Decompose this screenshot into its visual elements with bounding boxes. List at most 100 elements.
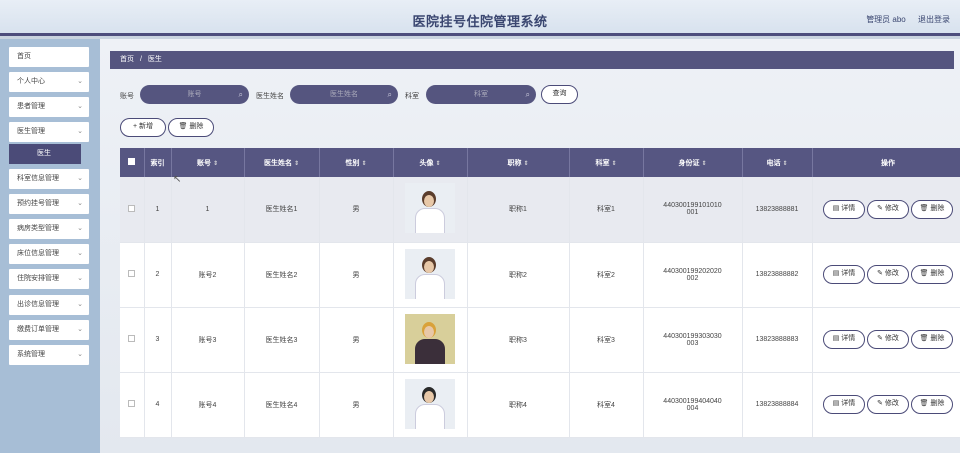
id-card-cell: 440300199303030 003	[643, 307, 743, 373]
phone-cell: 13823888881	[742, 177, 813, 243]
detail-button[interactable]: ▤ 详情	[823, 265, 865, 284]
sidebar-item-admission[interactable]: 住院安排管理 ⌄	[9, 269, 89, 289]
index-cell: 4	[144, 372, 172, 438]
edit-button[interactable]: ✎ 修改	[867, 330, 909, 349]
main-content: 首页 / 医生 账号 账号 ⌕ 医生姓名 医生姓名 ⌕ 科室 科室 ⌕ 查询 + 新增…	[100, 39, 960, 453]
sidebar-item-department[interactable]: 科室信息管理 ⌄	[9, 169, 89, 189]
delete-button[interactable]: 🗑 删除	[911, 395, 953, 414]
table-row[interactable]: 1 1 医生姓名1 男 职称1 科室1 440300199101010 001 1…	[120, 177, 960, 243]
operations-cell: ▤ 详情 ✎ 修改 🗑 删除	[812, 177, 960, 243]
sidebar-item-system[interactable]: 系统管理 ⌄	[9, 345, 89, 365]
select-all-checkbox[interactable]	[128, 158, 136, 165]
phone-cell: 13823888882	[742, 242, 813, 308]
column-header[interactable]: 科室 ⇕	[569, 148, 644, 177]
sort-icon[interactable]: ⇕	[523, 161, 528, 167]
sort-icon[interactable]: ⇕	[782, 161, 787, 167]
row-checkbox[interactable]	[128, 335, 136, 342]
sidebar-item-label: 患者管理	[17, 103, 45, 110]
sidebar-item-appointment[interactable]: 预约挂号管理 ⌄	[9, 194, 89, 214]
edit-button[interactable]: ✎ 修改	[867, 395, 909, 414]
sort-icon[interactable]: ⇕	[611, 161, 616, 167]
gender-cell: 男	[319, 242, 394, 308]
sort-icon[interactable]: ⇕	[213, 161, 218, 167]
column-header[interactable]: 电话 ⇕	[742, 148, 813, 177]
add-button[interactable]: + 新增	[120, 118, 166, 137]
row-checkbox-cell[interactable]	[120, 372, 145, 438]
doctor-name-label: 医生姓名	[256, 93, 284, 100]
detail-button[interactable]: ▤ 详情	[823, 199, 865, 219]
sort-icon[interactable]: ⇕	[294, 161, 299, 167]
sidebar-subitem-doctor[interactable]: 医生	[9, 144, 81, 164]
chevron-down-icon: ⌄	[77, 175, 83, 182]
avatar-cell	[393, 242, 468, 308]
logout-link[interactable]: 退出登录	[918, 15, 950, 24]
chevron-down-icon: ⌄	[77, 200, 83, 207]
column-header[interactable]: 身份证 ⇕	[643, 148, 743, 177]
sidebar-item-visit[interactable]: 出诊信息管理 ⌄	[9, 295, 89, 315]
delete-button[interactable]: 🗑 删除	[911, 199, 953, 219]
column-header[interactable]: 职称 ⇕	[467, 148, 570, 177]
sidebar-item-bed[interactable]: 床位信息管理 ⌄	[9, 244, 89, 264]
detail-button[interactable]: ▤ 详情	[823, 395, 865, 414]
sidebar: 首页 个人中心 ⌄ 患者管理 ⌄ 医生管理 ⌄ 医生 科室信息管理 ⌄ 预约挂号管理 ⌄ …	[0, 39, 100, 453]
chevron-down-icon: ⌄	[77, 103, 83, 110]
chevron-down-icon: ⌄	[77, 326, 83, 333]
gender-cell: 男	[319, 307, 394, 373]
sort-icon[interactable]: ⇕	[701, 161, 706, 167]
operations-cell: ▤ 详情 ✎ 修改 🗑 删除	[812, 307, 960, 373]
table-header-row: 索引 账号 ⇕ 医生姓名 ⇕ 性别 ⇕ 头像 ⇕ 职称 ⇕ 科室 ⇕ 身份证 ⇕ 电话 ⇕ 操作	[120, 148, 960, 177]
batch-delete-button[interactable]: 🗑 删除	[168, 118, 214, 137]
delete-button[interactable]: 🗑 删除	[911, 265, 953, 284]
row-checkbox-cell[interactable]	[120, 177, 145, 243]
doctor-name-cell: 医生姓名4	[244, 372, 320, 438]
app-title: 医院挂号住院管理系统	[412, 14, 548, 29]
table-row[interactable]: 2 账号2 医生姓名2 男 职称2 科室2 440300199202020 002…	[120, 242, 960, 308]
avatar-cell	[393, 307, 468, 373]
avatar-cell	[393, 177, 468, 243]
column-header[interactable]: 头像 ⇕	[393, 148, 468, 177]
delete-button[interactable]: 🗑 删除	[911, 330, 953, 349]
detail-button[interactable]: ▤ 详情	[823, 330, 865, 349]
chevron-down-icon: ⌄	[77, 250, 83, 257]
sidebar-item-label: 病房类型管理	[17, 225, 59, 232]
sidebar-item-personal-center[interactable]: 个人中心 ⌄	[9, 72, 89, 92]
sidebar-item-label: 个人中心	[17, 78, 45, 85]
table-row[interactable]: 4 账号4 医生姓名4 男 职称4 科室4 440300199404040 004…	[120, 372, 960, 438]
top-header: 医院挂号住院管理系统 管理员 abo 退出登录	[0, 0, 960, 36]
sort-icon[interactable]: ⇕	[361, 161, 366, 167]
sidebar-item-doctor[interactable]: 医生管理 ⌄	[9, 122, 89, 142]
column-header[interactable]: 医生姓名 ⇕	[244, 148, 320, 177]
row-checkbox[interactable]	[128, 400, 136, 407]
department-search-input[interactable]: 科室 ⌕	[426, 85, 536, 104]
column-header[interactable]: 账号 ⇕	[171, 148, 245, 177]
sidebar-item-label: 科室信息管理	[17, 175, 59, 182]
row-checkbox-cell[interactable]	[120, 307, 145, 373]
query-button[interactable]: 查询	[541, 85, 578, 104]
table-row[interactable]: 3 账号3 医生姓名3 男 职称3 科室3 440300199303030 003…	[120, 307, 960, 373]
sidebar-item-home[interactable]: 首页	[9, 47, 89, 67]
sidebar-item-ward-type[interactable]: 病房类型管理 ⌄	[9, 219, 89, 239]
row-checkbox-cell[interactable]	[120, 242, 145, 308]
column-header: 操作	[812, 148, 960, 177]
document-icon: ▤	[832, 335, 842, 342]
breadcrumb-home[interactable]: 首页	[120, 56, 134, 63]
row-checkbox[interactable]	[128, 204, 136, 212]
account-cell: 账号2	[171, 242, 245, 308]
edit-button[interactable]: ✎ 修改	[867, 265, 909, 284]
account-search-input[interactable]: 账号 ⌕	[140, 85, 249, 104]
doctor-name-search-input[interactable]: 医生姓名 ⌕	[290, 85, 398, 104]
row-checkbox[interactable]	[128, 270, 136, 277]
edit-button[interactable]: ✎ 修改	[867, 199, 909, 219]
doctor-table: 索引 账号 ⇕ 医生姓名 ⇕ 性别 ⇕ 头像 ⇕ 职称 ⇕ 科室 ⇕ 身份证 ⇕ 电话 ⇕ 操作…	[120, 148, 960, 438]
sidebar-item-patient[interactable]: 患者管理 ⌄	[9, 97, 89, 117]
id-card-cell: 440300199404040 004	[643, 372, 743, 438]
sidebar-item-payment[interactable]: 缴费订单管理 ⌄	[9, 320, 89, 340]
column-header: 索引	[144, 148, 172, 177]
sort-icon[interactable]: ⇕	[435, 161, 440, 167]
trash-icon: 🗑	[919, 400, 931, 407]
department-placeholder: 科室	[474, 91, 488, 98]
avatar-cell	[393, 372, 468, 438]
column-header[interactable]: 性别 ⇕	[319, 148, 394, 177]
select-all-header[interactable]	[120, 148, 145, 177]
index-cell: 1	[144, 177, 172, 243]
